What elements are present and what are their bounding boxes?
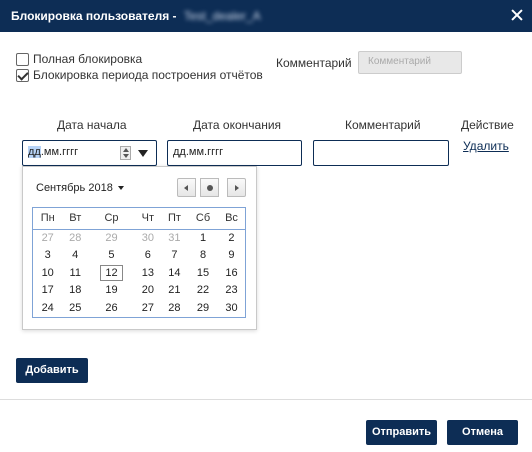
calendar-day[interactable]: 19	[88, 282, 135, 300]
calendar-day[interactable]: 24	[33, 299, 62, 317]
calendar-day[interactable]: 28	[62, 229, 88, 247]
column-header-action: Действие	[461, 118, 514, 132]
calendar-day[interactable]: 12	[88, 264, 135, 282]
chevron-left-icon	[184, 185, 188, 191]
full-block-label: Полная блокировка	[33, 52, 143, 66]
dot-icon	[207, 185, 213, 191]
calendar-day[interactable]: 18	[62, 282, 88, 300]
report-block-label: Блокировка периода построения отчётов	[33, 68, 263, 82]
delete-link[interactable]: Удалить	[463, 139, 509, 153]
column-header-end-date: Дата окончания	[193, 118, 282, 132]
full-block-option[interactable]: Полная блокировка	[16, 52, 142, 66]
comment-input-disabled: Комментарий	[358, 51, 462, 74]
close-icon[interactable]	[510, 8, 524, 22]
calendar-day[interactable]: 11	[62, 264, 88, 282]
calendar-week-row: 3456789	[33, 247, 245, 265]
full-block-checkbox[interactable]	[16, 52, 29, 66]
calendar-day[interactable]: 3	[33, 247, 62, 265]
submit-button[interactable]: Отправить	[366, 420, 437, 445]
calendar-day[interactable]: 30	[135, 229, 161, 247]
weekday-label: Пт	[160, 208, 189, 230]
calendar-day[interactable]: 8	[188, 247, 218, 265]
calendar-day[interactable]: 29	[88, 229, 135, 247]
calendar-month-label: Сентябрь 2018	[36, 182, 113, 194]
calendar-day[interactable]: 29	[188, 299, 218, 317]
calendar-day[interactable]: 16	[218, 264, 245, 282]
calendar-day[interactable]: 28	[161, 299, 188, 317]
calendar-week-row: 10 11 12 13 14 15 16	[33, 264, 245, 282]
add-button[interactable]: Добавить	[16, 358, 88, 383]
calendar-day[interactable]: 27	[33, 229, 62, 247]
calendar-day[interactable]: 4	[62, 247, 88, 265]
calendar-today-button[interactable]	[200, 178, 219, 197]
calendar-day[interactable]: 20	[135, 282, 161, 300]
calendar-day[interactable]: 9	[218, 247, 245, 265]
calendar-day[interactable]: 15	[188, 264, 218, 282]
calendar-day[interactable]: 26	[88, 299, 135, 317]
column-header-start-date: Дата начала	[57, 118, 127, 132]
calendar-day[interactable]: 6	[135, 247, 161, 265]
dialog-title: Блокировка пользователя - Test_dealer_A	[11, 9, 261, 23]
calendar-day[interactable]: 30	[218, 299, 245, 317]
calendar-popup: Сентябрь 2018 Пн Вт Ср Чт Пт Сб Вс 27 28 29 30 31 1…	[22, 166, 257, 330]
report-block-option[interactable]: Блокировка периода построения отчётов	[16, 68, 263, 82]
calendar-day[interactable]: 2	[218, 229, 245, 247]
weekday-label: Чт	[134, 208, 161, 230]
calendar-day[interactable]: 13	[135, 264, 161, 282]
start-date-selected-segment: дд	[28, 146, 41, 158]
start-date-rest: .мм.гггг	[40, 146, 79, 158]
calendar-day[interactable]: 25	[62, 299, 88, 317]
dialog-title-user: Test_dealer_A	[183, 9, 261, 23]
report-block-checkbox[interactable]	[16, 68, 29, 82]
dialog-titlebar: Блокировка пользователя - Test_dealer_A	[0, 0, 532, 32]
calendar-day[interactable]: 7	[161, 247, 188, 265]
row-comment-input[interactable]	[313, 140, 449, 166]
weekday-label: Сб	[188, 208, 218, 230]
calendar-prev-button[interactable]	[177, 178, 196, 197]
column-header-comment: Комментарий	[345, 118, 421, 132]
comment-label: Комментарий	[276, 56, 352, 70]
calendar-day[interactable]: 1	[188, 229, 218, 247]
calendar-day[interactable]: 31	[161, 229, 188, 247]
end-date-input[interactable]: дд.мм.гггг	[167, 140, 302, 166]
calendar-day[interactable]: 14	[161, 264, 188, 282]
calendar-week-row: 24 25 26 27 28 29 30	[33, 299, 245, 317]
weekday-header-row: Пн Вт Ср Чт Пт Сб Вс	[33, 208, 245, 230]
weekday-label: Ср	[88, 208, 135, 230]
chevron-down-icon	[117, 186, 124, 190]
calendar-day[interactable]: 27	[135, 299, 161, 317]
calendar-day-today: 12	[100, 264, 123, 281]
calendar-week-row: 27 28 29 30 31 1 2	[33, 229, 245, 247]
calendar-day[interactable]: 10	[33, 264, 62, 282]
calendar-day[interactable]: 5	[88, 247, 135, 265]
calendar-day[interactable]: 17	[33, 282, 62, 300]
footer-divider	[0, 399, 532, 400]
calendar-days: 27 28 29 30 31 1 2 3 4 5 6 7 8 9 10 11 12 13 14 15 16 17 18 19 2…	[33, 229, 245, 317]
cancel-button[interactable]: Отмена	[447, 420, 518, 445]
calendar-day[interactable]: 22	[188, 282, 218, 300]
weekday-label: Вт	[62, 208, 89, 230]
calendar-day[interactable]: 21	[161, 282, 188, 300]
calendar-week-row: 17 18 19 20 21 22 23	[33, 282, 245, 300]
calendar-month-selector[interactable]: Сентябрь 2018	[36, 182, 124, 194]
dropdown-arrow-icon[interactable]	[138, 150, 148, 157]
calendar-next-button[interactable]	[227, 178, 246, 197]
weekday-label: Вс	[217, 208, 245, 230]
calendar-day[interactable]: 23	[218, 282, 245, 300]
calendar-grid: Пн Вт Ср Чт Пт Сб Вс 27 28 29 30 31 1 2 3 4 5 6 7 8 9 10 11 12…	[32, 207, 246, 318]
weekday-label: Пн	[33, 208, 63, 230]
dialog-title-label: Блокировка пользователя -	[11, 9, 177, 23]
start-date-input[interactable]: дд.мм.гггг	[22, 140, 157, 166]
date-spinner-icon[interactable]	[120, 146, 131, 160]
chevron-right-icon	[235, 185, 239, 191]
end-date-placeholder: дд.мм.гггг	[173, 146, 224, 158]
